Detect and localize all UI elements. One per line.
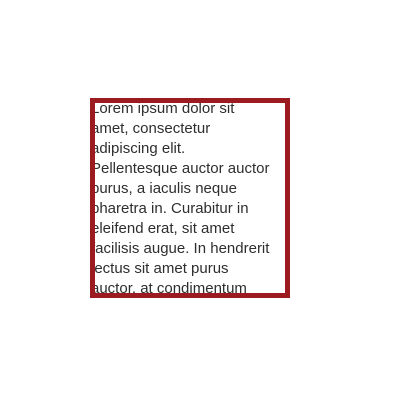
text-line: pharetra in. Curabitur in bbox=[91, 200, 249, 217]
text-line: lectus sit amet purus bbox=[91, 260, 229, 277]
text-line: auctor, at condimentum bbox=[91, 280, 247, 297]
text-line: eleifend erat, sit amet bbox=[91, 220, 235, 237]
bordered-text-box: Lorem ipsum dolor sit amet, consectetur … bbox=[90, 98, 290, 298]
text-line: Lorem ipsum dolor sit bbox=[91, 100, 235, 117]
text-line: purus, a iaculis neque bbox=[91, 180, 237, 197]
text-line: amet, consectetur bbox=[91, 120, 211, 137]
text-line: Pellentesque auctor auctor bbox=[91, 160, 270, 177]
lorem-ipsum-text: Lorem ipsum dolor sit amet, consectetur … bbox=[91, 100, 285, 297]
page-canvas: Lorem ipsum dolor sit amet, consectetur … bbox=[0, 0, 402, 403]
text-line: facilisis augue. In hendrerit bbox=[91, 240, 270, 257]
text-line: adipiscing elit. bbox=[91, 140, 186, 157]
